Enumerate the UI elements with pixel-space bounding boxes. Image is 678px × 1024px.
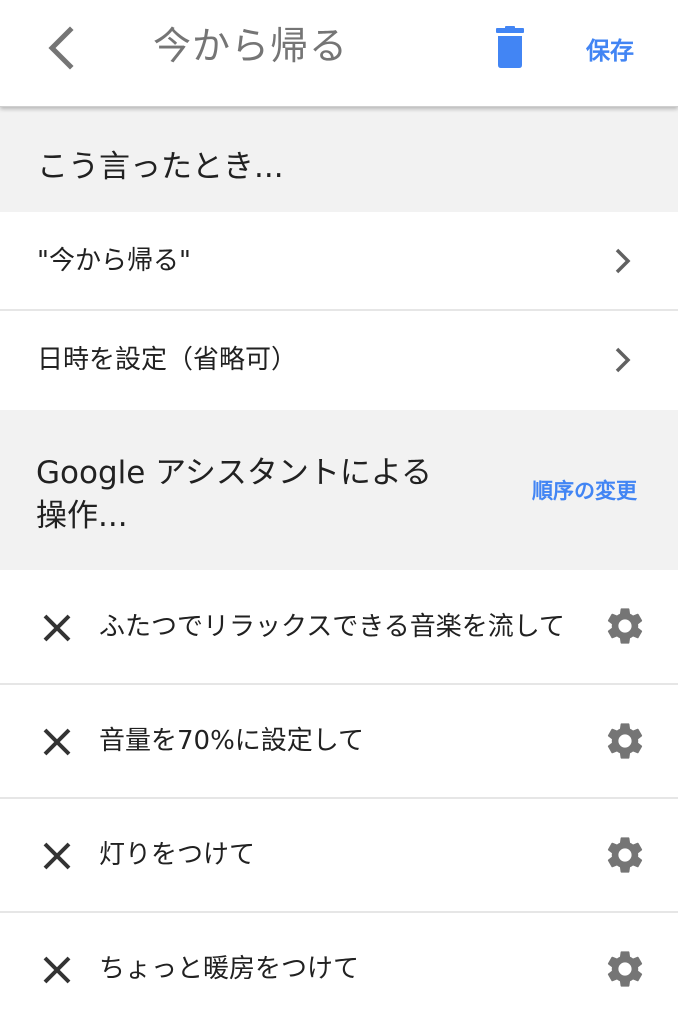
routine-editor-screen: 今から帰る 保存 こう言ったとき... "今から帰る" 日時を設定（省略可） G… xyxy=(0,0,678,1024)
action-label: ふたつでリラックスできる音楽を流して xyxy=(99,612,565,642)
delete-button[interactable] xyxy=(490,26,530,70)
page-title: 今から帰る xyxy=(153,24,349,68)
action-label: 灯りをつけて xyxy=(99,840,256,870)
action-label: ちょっと暖房をつけて xyxy=(99,954,360,984)
when-said-title: こう言ったとき... xyxy=(37,149,284,185)
schedule-label: 日時を設定（省略可） xyxy=(37,345,298,375)
chevron-right-icon xyxy=(615,248,631,274)
assistant-actions-title: Google アシスタントによる操作... xyxy=(36,455,433,534)
save-button[interactable]: 保存 xyxy=(586,32,634,70)
action-row[interactable]: ちょっと暖房をつけて xyxy=(0,913,678,1024)
action-label: 音量を70%に設定して xyxy=(99,726,365,756)
reorder-button[interactable]: 順序の変更 xyxy=(532,476,637,506)
action-row[interactable]: ふたつでリラックスできる音楽を流して xyxy=(0,570,678,683)
schedule-row[interactable]: 日時を設定（省略可） xyxy=(0,311,678,409)
chevron-right-icon xyxy=(615,347,631,373)
action-row[interactable]: 音量を70%に設定して xyxy=(0,685,678,798)
gear-icon[interactable] xyxy=(603,947,647,991)
close-icon[interactable] xyxy=(40,725,74,759)
close-icon[interactable] xyxy=(40,953,74,987)
trigger-phrase-label: "今から帰る" xyxy=(37,246,191,276)
gear-icon[interactable] xyxy=(603,833,647,877)
gear-icon[interactable] xyxy=(603,719,647,763)
chevron-left-icon xyxy=(48,26,74,70)
trash-icon xyxy=(496,26,524,68)
trigger-phrase-row[interactable]: "今から帰る" xyxy=(0,212,678,309)
assistant-actions-section-header: Google アシスタントによる操作... 順序の変更 xyxy=(0,410,678,570)
gear-icon[interactable] xyxy=(603,604,647,648)
app-header: 今から帰る 保存 xyxy=(0,0,678,107)
close-icon[interactable] xyxy=(40,611,74,645)
close-icon[interactable] xyxy=(40,839,74,873)
when-said-section-header: こう言ったとき... xyxy=(0,107,678,212)
action-row[interactable]: 灯りをつけて xyxy=(0,799,678,912)
back-button[interactable] xyxy=(38,22,86,74)
